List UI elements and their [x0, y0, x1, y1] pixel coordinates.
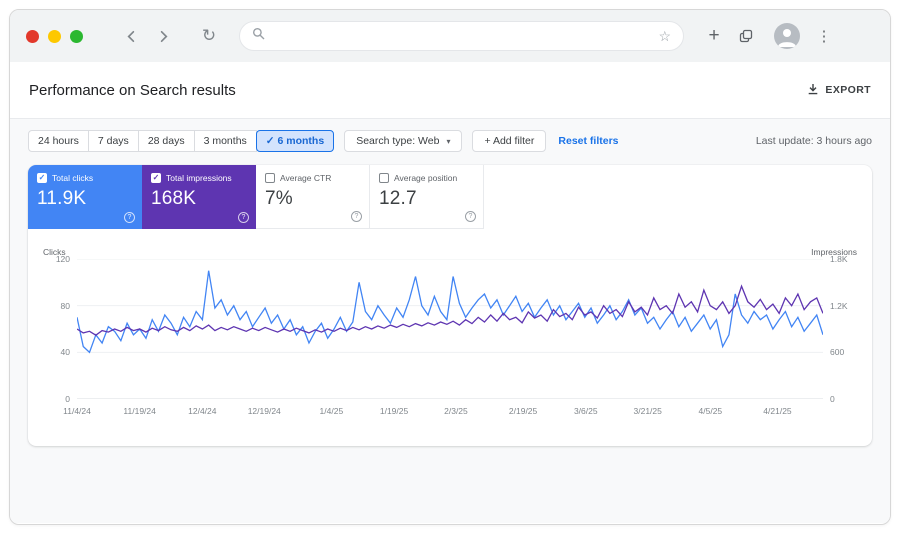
x-axis-tick-label: 2/19/25 — [508, 406, 538, 416]
x-axis-tick-label: 4/21/25 — [763, 406, 792, 416]
reset-filters-link[interactable]: Reset filters — [558, 135, 618, 147]
filter-bar: 24 hours 7 days 28 days 3 months ✓ 6 months … — [28, 130, 872, 152]
x-axis-tick-label: 11/4/24 — [63, 406, 91, 416]
help-icon[interactable]: ? — [465, 211, 476, 222]
search-icon — [252, 27, 265, 45]
date-range-24-hours[interactable]: 24 hours — [28, 130, 89, 152]
x-axis-tick-label: 4/5/25 — [698, 406, 723, 416]
page-title: Performance on Search results — [29, 81, 236, 99]
address-bar[interactable]: ☆ — [239, 21, 684, 51]
right-axis-ticks: 0 600 1.2K 1.8K — [823, 255, 859, 403]
axis-tick-label: 0 — [65, 394, 70, 404]
axis-tick-label: 1.2K — [830, 300, 848, 311]
metric-checkbox-average-position[interactable] — [379, 173, 389, 183]
chart-canvas[interactable] — [77, 259, 823, 399]
refresh-icon[interactable]: ↻ — [197, 24, 221, 48]
metric-label: Total impressions — [166, 173, 232, 183]
metric-tile-average-position[interactable]: Average position 12.7? — [370, 165, 484, 229]
metric-checkbox-average-ctr[interactable] — [265, 173, 275, 183]
download-icon — [807, 83, 819, 98]
performance-card: ✓ Total clicks 11.9K? ✓ Total impressions 168… — [28, 165, 872, 446]
metric-tiles: ✓ Total clicks 11.9K? ✓ Total impressions 168… — [28, 165, 872, 229]
app-header: Performance on Search results EXPORT — [10, 62, 890, 119]
forward-icon[interactable] — [151, 24, 175, 48]
menu-icon[interactable]: ⋮ — [812, 24, 836, 48]
metric-label: Average position — [394, 173, 458, 183]
back-icon[interactable] — [119, 24, 143, 48]
axis-tick-label: 600 — [830, 347, 845, 358]
x-axis-tick-label: 1/19/25 — [379, 406, 409, 416]
help-icon[interactable]: ? — [238, 212, 249, 223]
search-type-dropdown[interactable]: Search type: Web ▾ — [344, 130, 463, 152]
x-axis-tick-label: 3/6/25 — [573, 406, 598, 416]
metric-value: 11.9K — [37, 188, 87, 209]
help-icon[interactable]: ? — [124, 212, 135, 223]
metric-tile-total-clicks[interactable]: ✓ Total clicks 11.9K? — [28, 165, 142, 229]
metric-value: 168K — [151, 188, 197, 209]
tabs-icon[interactable] — [734, 24, 758, 48]
left-axis-ticks: 0 40 80 120 — [41, 255, 77, 403]
axis-tick-label: 40 — [60, 347, 70, 358]
maximize-window-button[interactable] — [70, 29, 83, 43]
browser-window: ↻ ☆ + ⋮ Performance on Search results EX… — [9, 9, 891, 525]
x-axis-tick-label: 3/21/25 — [633, 406, 662, 416]
bookmark-star-icon[interactable]: ☆ — [658, 28, 671, 45]
axis-tick-label: 120 — [55, 254, 70, 264]
metric-value: 12.7 — [379, 188, 417, 209]
add-filter-button[interactable]: + Add filter — [472, 130, 547, 152]
metric-tile-average-ctr[interactable]: Average CTR 7%? — [256, 165, 370, 229]
metric-checkbox-total-impressions[interactable]: ✓ — [151, 173, 161, 183]
content-area: 24 hours 7 days 28 days 3 months ✓ 6 months … — [10, 119, 890, 523]
x-axis-tick-label: 11/19/24 — [123, 406, 156, 416]
x-axis-tick-label: 12/4/24 — [188, 406, 217, 416]
axis-tick-label: 80 — [60, 300, 70, 311]
x-axis-ticks: 11/4/24 11/19/24 12/4/24 12/19/24 1/4/25 1/19… — [63, 406, 823, 422]
metric-label: Average CTR — [280, 173, 332, 183]
search-type-label: Search type: Web — [356, 135, 440, 147]
new-tab-icon[interactable]: + — [702, 24, 726, 48]
export-label: EXPORT — [825, 84, 871, 96]
close-window-button[interactable] — [26, 29, 39, 43]
export-button[interactable]: EXPORT — [807, 83, 871, 98]
chart-plot[interactable]: 11/4/24 11/19/24 12/4/24 12/19/24 1/4/25 1/19… — [63, 259, 823, 422]
date-range-3-months[interactable]: 3 months — [193, 130, 257, 152]
x-axis-tick-label: 12/19/24 — [247, 406, 281, 416]
metric-checkbox-total-clicks[interactable]: ✓ — [37, 173, 47, 183]
axis-tick-label: 1.8K — [830, 254, 848, 264]
avatar[interactable] — [774, 23, 800, 49]
chevron-down-icon: ▾ — [446, 136, 451, 146]
date-range-28-days[interactable]: 28 days — [137, 130, 195, 152]
metric-label: Total clicks — [52, 173, 94, 183]
metric-tile-total-impressions[interactable]: ✓ Total impressions 168K? — [142, 165, 256, 229]
date-range-6-months[interactable]: ✓ 6 months — [255, 130, 335, 152]
window-controls — [26, 29, 83, 43]
x-axis-tick-label: 1/4/25 — [319, 406, 344, 416]
help-icon[interactable]: ? — [351, 211, 362, 222]
date-range-group: 24 hours 7 days 28 days 3 months ✓ 6 months — [28, 130, 335, 152]
axis-tick-label: 0 — [830, 394, 835, 404]
browser-toolbar: ↻ ☆ + ⋮ — [10, 10, 890, 62]
performance-chart: Clicks Impressions 0 40 80 120 11/4/24 11/19… — [28, 229, 872, 422]
last-update-text: Last update: 3 hours ago — [755, 135, 872, 147]
x-axis-tick-label: 2/3/25 — [444, 406, 468, 416]
add-filter-label: + Add filter — [484, 135, 535, 147]
date-range-7-days[interactable]: 7 days — [87, 130, 139, 152]
minimize-window-button[interactable] — [48, 29, 61, 43]
metric-value: 7% — [265, 188, 293, 209]
